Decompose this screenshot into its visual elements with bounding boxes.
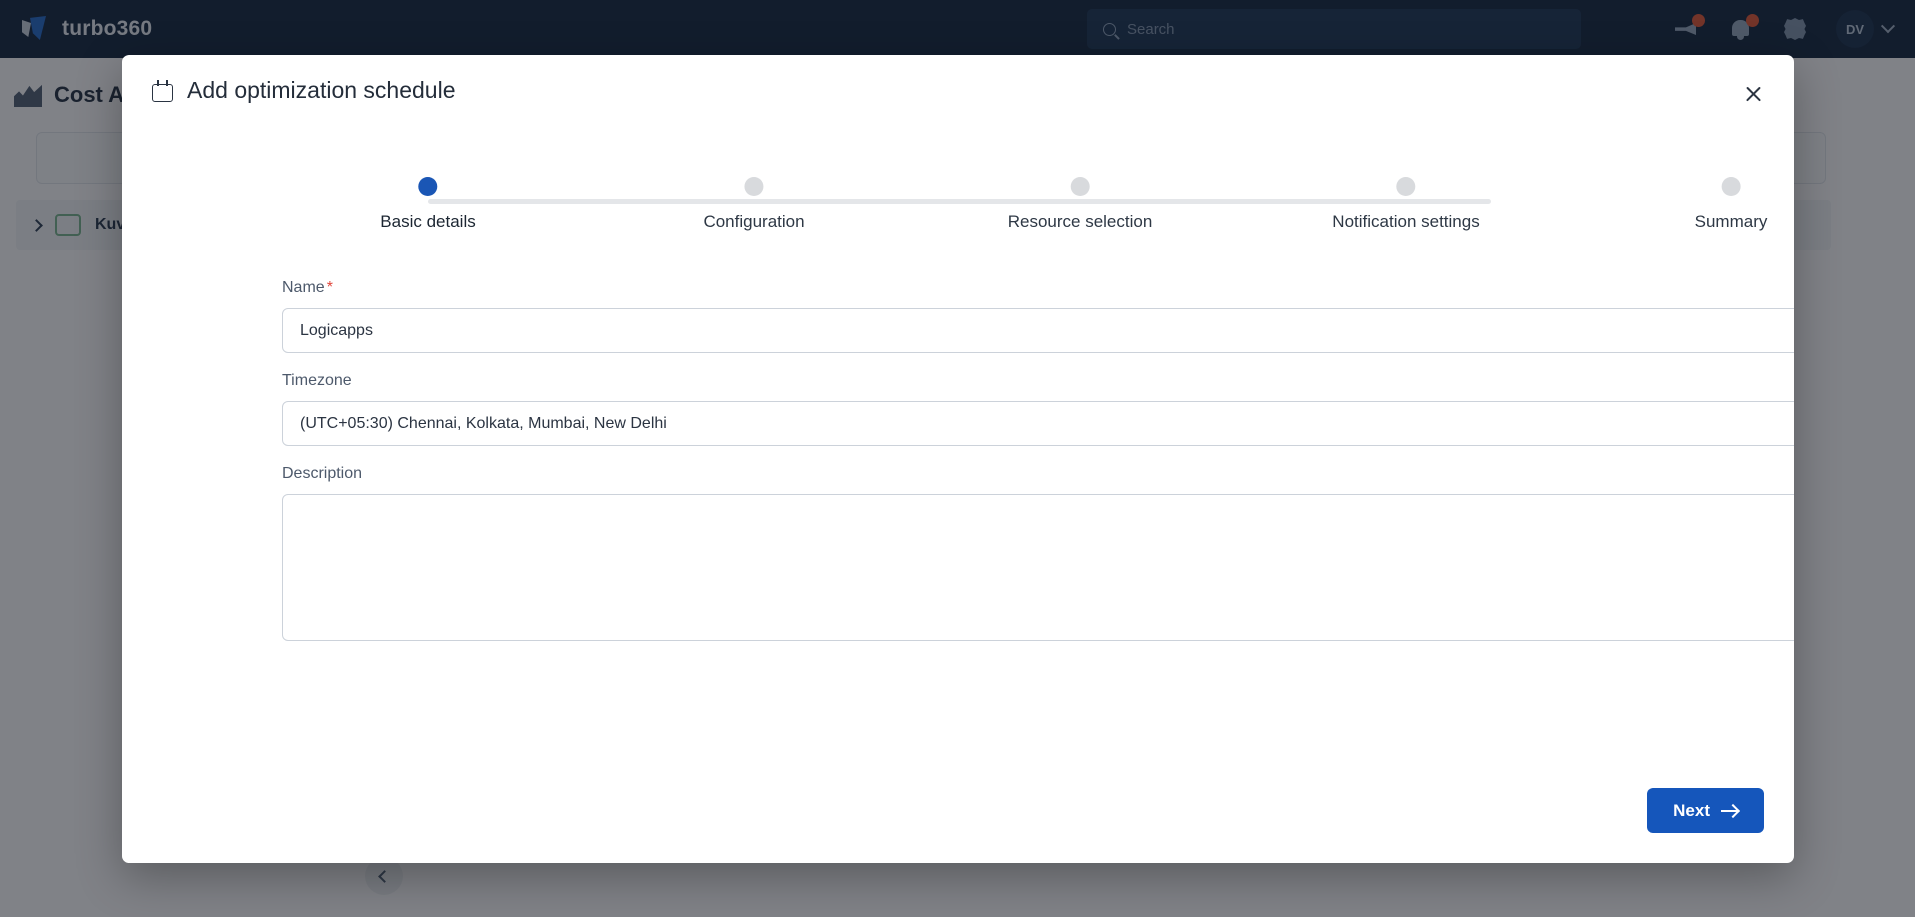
step-dot xyxy=(744,177,764,196)
dialog-title: Add optimization schedule xyxy=(152,77,456,104)
next-button-label: Next xyxy=(1673,800,1710,820)
basic-details-form: Name * Logicapps Timezone (UTC+05:30) Che… xyxy=(122,260,1794,863)
name-label-wrap: Name * xyxy=(282,279,333,297)
step-label: Basic details xyxy=(380,212,476,231)
wizard-stepper: Basic details Configuration Resource sel… xyxy=(122,177,1794,241)
close-icon[interactable] xyxy=(1736,77,1770,111)
required-marker: * xyxy=(326,279,333,296)
dialog-title-text: Add optimization schedule xyxy=(187,77,456,103)
dialog-footer: Next xyxy=(1647,788,1764,833)
timezone-field-header: Timezone xyxy=(282,369,1794,393)
name-label: Name xyxy=(282,279,325,296)
step-label: Configuration xyxy=(703,212,805,231)
timezone-select[interactable]: (UTC+05:30) Chennai, Kolkata, Mumbai, Ne… xyxy=(282,401,1794,446)
dialog-header: Add optimization schedule xyxy=(122,55,1794,125)
step-dot xyxy=(1396,177,1416,196)
step-label: Notification settings xyxy=(1332,212,1480,231)
step-label: Summary xyxy=(1694,212,1768,231)
arrow-right-icon xyxy=(1721,809,1738,812)
step-notification-settings[interactable]: Notification settings xyxy=(1332,177,1480,232)
description-textarea[interactable] xyxy=(282,494,1794,641)
calendar-icon xyxy=(152,79,173,102)
step-configuration[interactable]: Configuration xyxy=(703,177,805,232)
step-summary[interactable]: Summary xyxy=(1694,177,1768,232)
name-field-group: Name * Logicapps xyxy=(282,276,1794,353)
step-resource-selection[interactable]: Resource selection xyxy=(1007,177,1153,232)
description-field-header: Description xyxy=(282,462,1794,486)
step-basic-details[interactable]: Basic details xyxy=(380,177,476,232)
next-button[interactable]: Next xyxy=(1647,788,1764,833)
timezone-field-group: Timezone (UTC+05:30) Chennai, Kolkata, M… xyxy=(282,369,1794,446)
timezone-label: Timezone xyxy=(282,372,352,389)
name-input-value: Logicapps xyxy=(300,321,373,339)
step-dot xyxy=(1721,177,1741,196)
description-field-group: Description xyxy=(282,462,1794,641)
name-input[interactable]: Logicapps xyxy=(282,308,1794,353)
name-field-header: Name * xyxy=(282,276,1794,300)
add-optimization-schedule-dialog: Add optimization schedule Basic details … xyxy=(122,55,1794,863)
step-dot xyxy=(418,177,438,196)
step-dot xyxy=(1070,177,1090,196)
step-label: Resource selection xyxy=(1007,212,1153,231)
timezone-selected-value: (UTC+05:30) Chennai, Kolkata, Mumbai, Ne… xyxy=(300,414,667,432)
description-label: Description xyxy=(282,465,363,482)
